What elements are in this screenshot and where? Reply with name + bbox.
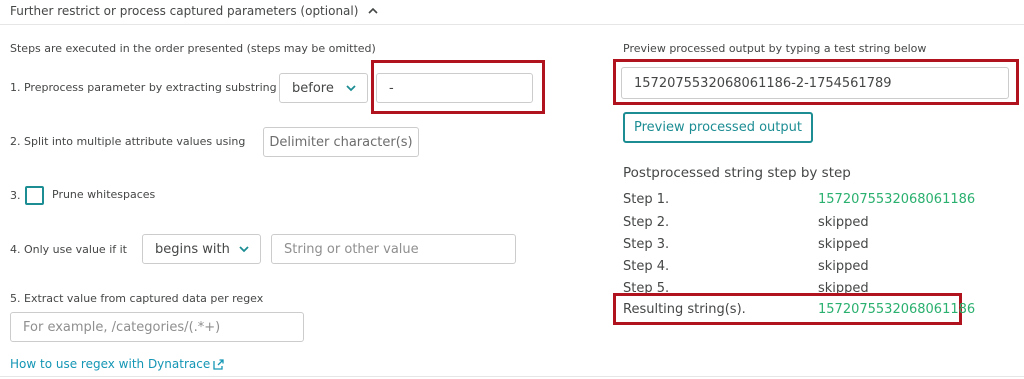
chevron-down-icon <box>346 85 356 92</box>
step-row-value: skipped <box>818 259 869 274</box>
step-row-value: skipped <box>818 237 869 252</box>
section-title: Further restrict or process captured par… <box>10 4 359 18</box>
test-string-value: 1572075532068061186-2-1754561789 <box>634 75 892 91</box>
step3-number: 3. <box>10 189 21 202</box>
regex-help-link-label: How to use regex with Dynatrace <box>10 357 211 371</box>
step3-label: Prune whitespaces <box>52 188 156 201</box>
steps-intro: Steps are executed in the order presente… <box>10 42 376 55</box>
step2-label: 2. Split into multiple attribute values … <box>10 135 246 148</box>
result-label: Resulting string(s). <box>623 302 746 317</box>
chevron-down-icon <box>239 246 249 253</box>
preview-label: Preview processed output by typing a tes… <box>623 42 927 55</box>
regex-input-placeholder: For example, /categories/(.*+) <box>23 319 221 335</box>
steps-title: Postprocessed string step by step <box>623 165 851 181</box>
preview-button-label: Preview processed output <box>634 120 802 135</box>
step1-substring-input[interactable]: - <box>376 73 533 103</box>
preview-output-button[interactable]: Preview processed output <box>623 112 813 143</box>
step-row-label: Step 2. <box>623 215 670 230</box>
section-header[interactable]: Further restrict or process captured par… <box>10 3 380 19</box>
step1-label: 1. Preprocess parameter by extracting su… <box>10 81 277 94</box>
divider <box>0 24 1024 25</box>
step-row-value: 1572075532068061186 <box>818 192 976 207</box>
test-string-input[interactable]: 1572075532068061186-2-1754561789 <box>621 67 1009 99</box>
delimiter-input[interactable]: Delimiter character(s) <box>263 127 419 157</box>
step4-condition-dropdown[interactable]: begins with <box>142 234 261 264</box>
step4-label: 4. Only use value if it <box>10 243 127 256</box>
regex-input[interactable]: For example, /categories/(.*+) <box>10 312 304 342</box>
step-row-label: Step 3. <box>623 237 670 252</box>
step4-input-placeholder: String or other value <box>284 241 419 257</box>
result-value: 1572075532068061186 <box>818 302 976 317</box>
step4-dropdown-value: begins with <box>155 241 230 257</box>
external-link-icon <box>213 358 224 370</box>
prune-whitespaces-checkbox[interactable] <box>25 186 44 205</box>
divider <box>0 376 1024 377</box>
step5-label: 5. Extract value from captured data per … <box>10 292 264 305</box>
step1-dropdown-value: before <box>292 80 334 96</box>
regex-help-link[interactable]: How to use regex with Dynatrace <box>10 357 224 371</box>
step-row-label: Step 4. <box>623 259 670 274</box>
chevron-up-icon[interactable] <box>366 4 380 18</box>
step4-value-input[interactable]: String or other value <box>271 234 516 264</box>
step-row-value: skipped <box>818 215 869 230</box>
step1-input-value: - <box>389 80 394 96</box>
step1-position-dropdown[interactable]: before <box>279 73 368 103</box>
step-row-label: Step 1. <box>623 192 670 207</box>
delimiter-placeholder: Delimiter character(s) <box>269 134 413 150</box>
